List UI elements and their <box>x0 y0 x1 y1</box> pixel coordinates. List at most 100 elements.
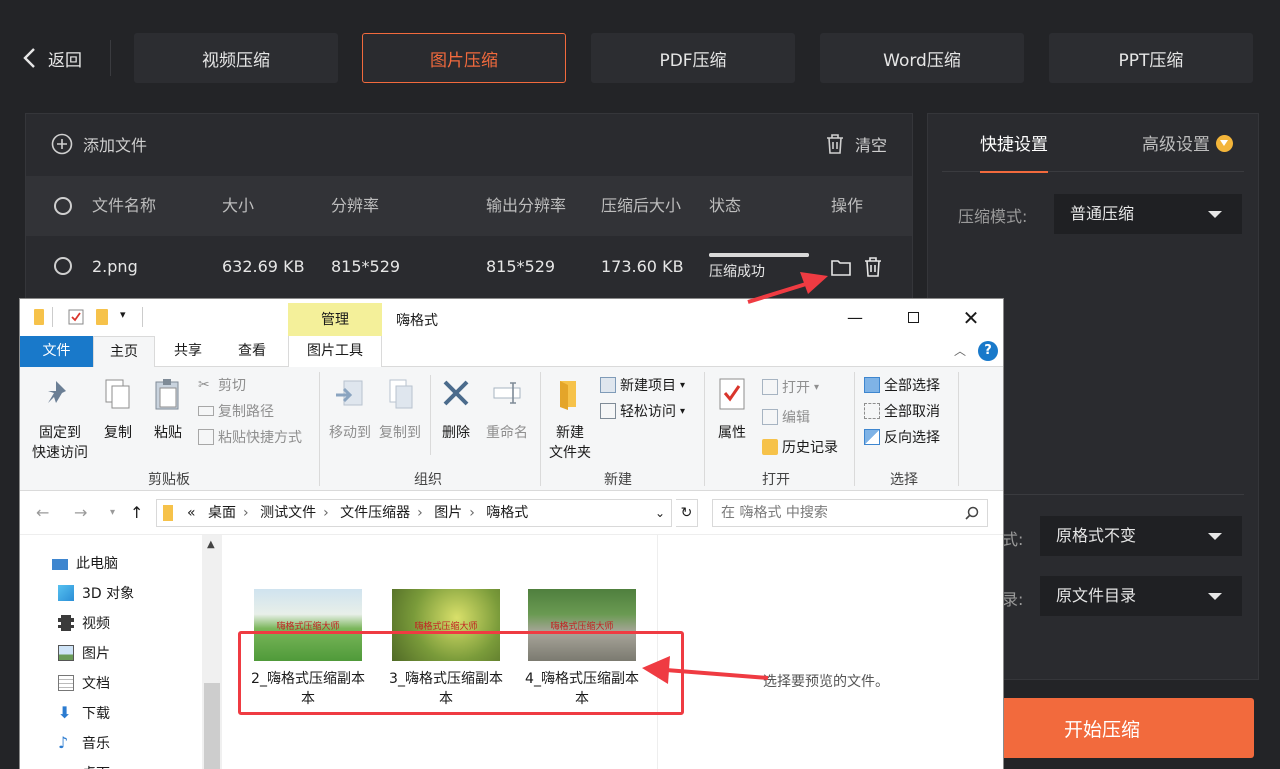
add-file-button[interactable]: 添加文件 <box>51 132 147 156</box>
ribbon-tab-share[interactable]: 共享 <box>164 336 212 367</box>
crumb-current[interactable]: 嗨格式 <box>486 505 528 521</box>
crumb-test-files[interactable]: 测试文件 <box>260 505 316 521</box>
help-icon[interactable]: ? <box>978 341 998 361</box>
output-dir-select[interactable]: 原文件目录 <box>1040 576 1242 616</box>
cut-button[interactable]: ✂ 剪切 <box>198 375 246 395</box>
folder-small-icon <box>34 309 44 325</box>
recent-dropdown-icon[interactable]: ▾ <box>110 507 115 518</box>
ribbon-tab-home[interactable]: 主页 <box>93 336 155 368</box>
film-icon <box>58 615 74 631</box>
chevron-right-icon: › <box>417 505 423 521</box>
delete-button[interactable]: 删除 <box>436 377 476 443</box>
forward-arrow-icon[interactable]: → <box>74 503 87 522</box>
nav-this-pc[interactable]: 此电脑 <box>52 553 118 573</box>
up-arrow-icon[interactable]: ↑ <box>130 503 143 522</box>
paste-icon <box>155 379 179 410</box>
tab-advanced-settings[interactable]: 高级设置 <box>1142 114 1233 172</box>
invert-selection-button[interactable]: 反向选择 <box>864 427 940 447</box>
collapse-ribbon-icon[interactable]: ︿ <box>954 342 966 359</box>
open-folder-icon[interactable] <box>830 256 852 278</box>
maximize-icon[interactable] <box>884 299 942 336</box>
output-format-select[interactable]: 原格式不变 <box>1040 516 1242 556</box>
new-folder-qa-icon[interactable] <box>96 309 108 325</box>
scroll-up-icon[interactable]: ▲ <box>207 539 215 550</box>
compress-mode-select[interactable]: 普通压缩 <box>1054 194 1242 234</box>
properties-check-icon[interactable] <box>68 309 84 325</box>
address-path[interactable]: « 桌面 › 测试文件 › 文件压缩器 › 图片 › 嗨格式 ⌄ <box>156 499 672 527</box>
tab-image-compress[interactable]: 图片压缩 <box>362 33 566 83</box>
copy-to-button[interactable]: 复制到 <box>376 377 424 443</box>
table-header: 文件名称 大小 分辨率 输出分辨率 压缩后大小 状态 操作 <box>26 176 912 236</box>
search-input[interactable]: 在 嗨格式 中搜索 <box>712 499 988 527</box>
new-item-button[interactable]: 新建项目 ▾ <box>600 375 685 395</box>
pin-quick-access-button[interactable]: 固定到 快速访问 <box>30 377 90 463</box>
tab-quick-settings[interactable]: 快捷设置 <box>980 114 1048 173</box>
back-arrow-icon[interactable]: ← <box>36 503 49 522</box>
select-all-label: 全部选择 <box>884 378 940 394</box>
trash-icon <box>826 134 843 154</box>
address-bar: ← → ▾ ↑ « 桌面 › 测试文件 › 文件压缩器 › 图片 › 嗨格式 ⌄ ↻ 在… <box>20 491 1003 535</box>
add-file-label: 添加文件 <box>83 136 148 155</box>
tab-pdf-compress[interactable]: PDF压缩 <box>591 33 795 83</box>
paste-shortcut-button[interactable]: 粘贴快捷方式 <box>198 427 302 447</box>
new-folder-button[interactable]: 新建 文件夹 <box>544 377 596 463</box>
address-dropdown-icon[interactable]: ⌄ <box>655 500 665 526</box>
download-arrow-icon: ⬇ <box>58 703 72 722</box>
move-to-icon <box>336 380 363 406</box>
rename-button[interactable]: 重命名 <box>482 377 532 443</box>
properties-button[interactable]: 属性 <box>712 377 752 443</box>
select-none-button[interactable]: 全部取消 <box>864 401 940 421</box>
qa-divider <box>52 307 53 327</box>
nav-scrollbar[interactable]: ▲ <box>202 535 222 769</box>
refresh-icon[interactable]: ↻ <box>676 499 698 527</box>
select-none-icon <box>864 403 880 419</box>
copy-to-label: 复制到 <box>379 425 421 441</box>
ribbon-tab-picture-tools[interactable]: 图片工具 <box>288 336 382 367</box>
row-trash-icon[interactable] <box>862 256 884 278</box>
history-button[interactable]: 历史记录 <box>762 437 838 457</box>
row-file-name: 2.png <box>92 257 138 276</box>
row-progress-fill <box>709 253 809 257</box>
nav-3d-objects[interactable]: 3D 对象 <box>58 583 134 603</box>
nav-pictures[interactable]: 图片 <box>58 643 110 663</box>
select-all-button[interactable]: 全部选择 <box>864 375 940 395</box>
address-overflow: « <box>187 505 196 521</box>
manage-tab[interactable]: 管理 <box>288 303 382 336</box>
select-all-radio[interactable] <box>54 197 72 215</box>
crumb-compressor[interactable]: 文件压缩器 <box>340 505 410 521</box>
tab-video-compress[interactable]: 视频压缩 <box>134 33 338 83</box>
organize-divider <box>430 375 431 455</box>
nav-desktop[interactable]: 桌面 <box>58 763 110 769</box>
ribbon-tab-file[interactable]: 文件 <box>20 336 93 367</box>
nav-downloads[interactable]: ⬇ 下载 <box>58 703 110 723</box>
file-toolbar: 添加文件 清空 <box>26 114 912 176</box>
crumb-desktop[interactable]: 桌面 <box>208 505 236 521</box>
tab-word-compress[interactable]: Word压缩 <box>820 33 1024 83</box>
table-row[interactable]: 2.png 632.69 KB 815*529 815*529 173.60 K… <box>26 236 912 298</box>
nav-documents[interactable]: 文档 <box>58 673 110 693</box>
close-icon[interactable]: ✕ <box>942 299 1000 336</box>
edit-button[interactable]: 编辑 <box>762 407 810 427</box>
easy-access-button[interactable]: 轻松访问 ▾ <box>600 401 685 421</box>
nav-music[interactable]: ♪ 音乐 <box>58 733 110 753</box>
move-to-button[interactable]: 移动到 <box>326 377 374 443</box>
nav-videos[interactable]: 视频 <box>58 613 110 633</box>
nav-divider <box>110 40 111 76</box>
paste-button[interactable]: 粘贴 <box>148 377 188 443</box>
qa-dropdown-icon[interactable]: ▾ <box>120 308 126 321</box>
copy-path-button[interactable]: 复制路径 <box>198 401 274 421</box>
crumb-pictures[interactable]: 图片 <box>434 505 462 521</box>
nav-pictures-label: 图片 <box>82 646 110 662</box>
tab-ppt-compress[interactable]: PPT压缩 <box>1049 33 1253 83</box>
row-select-radio[interactable] <box>54 257 72 275</box>
ribbon-divider <box>319 372 320 486</box>
copy-button[interactable]: 复制 <box>98 377 138 443</box>
back-button[interactable]: 返回 <box>22 40 82 76</box>
clear-button[interactable]: 清空 <box>825 132 887 156</box>
nav-scroll-thumb[interactable] <box>204 683 220 769</box>
open-button[interactable]: 打开 ▾ <box>762 377 819 397</box>
new-item-icon <box>600 377 616 393</box>
ribbon-tab-view[interactable]: 查看 <box>228 336 276 367</box>
minimize-icon[interactable]: — <box>826 299 884 336</box>
settings-tabs: 快捷设置 高级设置 <box>942 114 1244 173</box>
